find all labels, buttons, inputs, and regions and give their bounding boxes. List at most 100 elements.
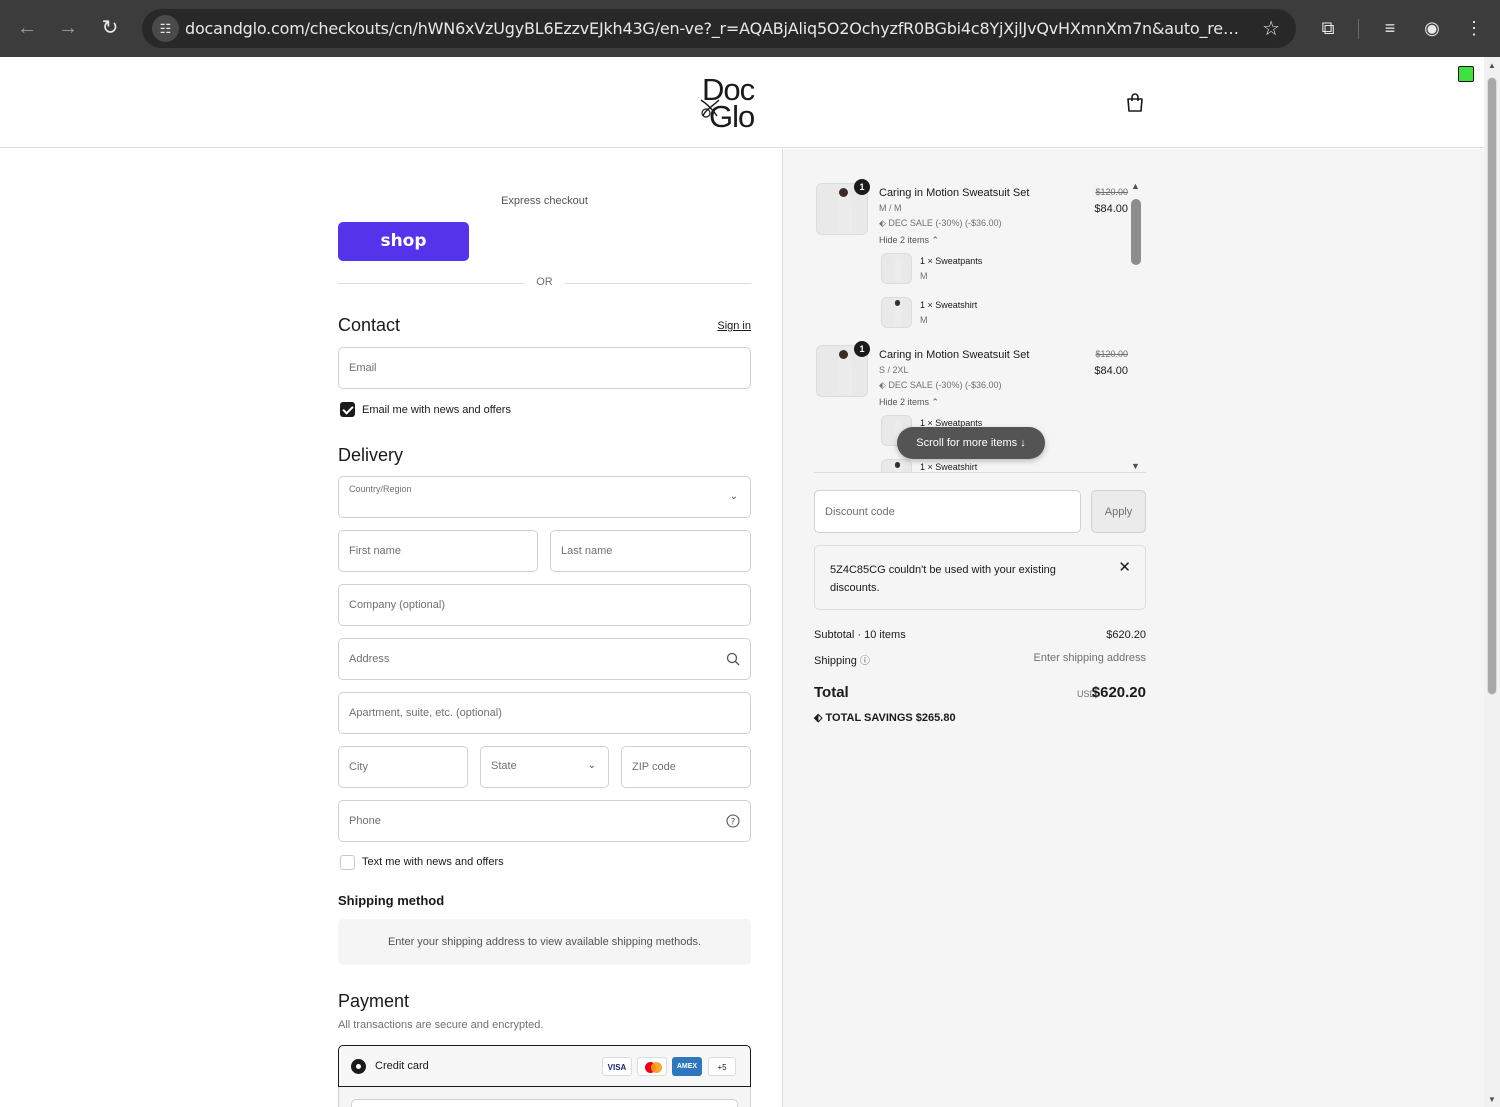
- toolbar-divider: [1358, 19, 1359, 39]
- text-opt-in-label: Text me with news and offers: [362, 856, 504, 868]
- savings-label: TOTAL SAVINGS: [825, 712, 913, 724]
- discount-text: DEC SALE (-30%) (-$36.00): [888, 218, 1002, 228]
- component-name: 1 × Sweatshirt: [920, 300, 978, 310]
- back-icon[interactable]: ←: [13, 14, 41, 42]
- page-scrollbar-thumb[interactable]: [1487, 77, 1497, 695]
- shipping-method-message: Enter your shipping address to view avai…: [338, 919, 751, 965]
- payment-subtitle: All transactions are secure and encrypte…: [338, 1019, 544, 1031]
- checkout-page: Doc Glo Express checkout shop OR Contact…: [0, 57, 1484, 1107]
- subtotal-label: Subtotal · 10 items: [814, 629, 906, 641]
- scroll-down-arrow-icon[interactable]: ▼: [1131, 461, 1140, 471]
- country-select[interactable]: Country/Region ⌄: [338, 476, 751, 518]
- scroll-up-icon[interactable]: ▲: [1488, 61, 1496, 70]
- site-info-icon[interactable]: ☷: [152, 15, 179, 42]
- site-header: Doc Glo: [0, 57, 1484, 148]
- savings-value: $265.80: [915, 712, 956, 724]
- email-opt-in-label: Email me with news and offers: [362, 404, 511, 416]
- credit-card-radio[interactable]: [351, 1059, 366, 1074]
- city-placeholder: City: [349, 761, 368, 773]
- shop-pay-button[interactable]: shop: [338, 222, 469, 261]
- media-control-icon[interactable]: ≡: [1376, 14, 1404, 42]
- page-scrollbar[interactable]: ▲ ▼: [1484, 57, 1500, 1107]
- scroll-down-icon[interactable]: ▼: [1488, 1095, 1496, 1104]
- address-field[interactable]: Address: [338, 638, 751, 680]
- mastercard-icon: [637, 1057, 667, 1076]
- shipping-value: Enter shipping address: [1033, 652, 1146, 664]
- tag-icon: ⬖: [879, 380, 889, 390]
- svg-text:?: ?: [731, 818, 736, 828]
- reload-icon[interactable]: ↻: [96, 14, 124, 42]
- phone-placeholder: Phone: [349, 815, 381, 827]
- scroll-more-button[interactable]: Scroll for more items ↓: [897, 427, 1045, 459]
- forward-icon[interactable]: →: [54, 14, 82, 42]
- menu-icon[interactable]: ⋮: [1460, 14, 1488, 42]
- discount-text: DEC SALE (-30%) (-$36.00): [888, 380, 1002, 390]
- product-title: Caring in Motion Sweatsuit Set: [879, 349, 1030, 361]
- profile-icon[interactable]: ◉: [1418, 14, 1446, 42]
- bookmark-star-icon[interactable]: ☆: [1262, 16, 1280, 41]
- express-checkout-label: Express checkout: [501, 195, 588, 207]
- scrollbar-thumb[interactable]: [1131, 199, 1141, 265]
- shipping-row: Shipping ⓘ Enter shipping address: [814, 652, 1146, 667]
- original-price: $120.00: [1095, 349, 1128, 359]
- city-field[interactable]: City: [338, 746, 468, 788]
- product-variant: S / 2XL: [879, 365, 909, 375]
- extensions-icon[interactable]: ⧉: [1314, 14, 1342, 42]
- card-number-field[interactable]: [351, 1099, 738, 1107]
- or-divider: OR: [338, 276, 751, 290]
- address-placeholder: Address: [349, 653, 390, 665]
- state-select[interactable]: State ⌄: [480, 746, 609, 788]
- apartment-placeholder: Apartment, suite, etc. (optional): [349, 707, 502, 719]
- chevron-up-icon: ⌃: [931, 397, 940, 407]
- quantity-badge: 1: [854, 341, 870, 357]
- first-name-field[interactable]: First name: [338, 530, 538, 572]
- last-name-field[interactable]: Last name: [550, 530, 751, 572]
- shipping-label: Shipping: [814, 655, 857, 667]
- brand-logo[interactable]: Doc Glo: [699, 72, 791, 134]
- company-placeholder: Company (optional): [349, 599, 445, 611]
- text-opt-in-checkbox[interactable]: [340, 855, 355, 870]
- state-placeholder: State: [491, 760, 517, 772]
- company-field[interactable]: Company (optional): [338, 584, 751, 626]
- url-text[interactable]: docandglo.com/checkouts/cn/hWN6xVzUgyBL6…: [185, 19, 1245, 38]
- help-icon[interactable]: ?: [726, 814, 740, 828]
- component-thumbnail: [881, 459, 912, 472]
- sign-in-link[interactable]: Sign in: [717, 320, 751, 332]
- line-items-scrollbar[interactable]: ▲ ▼: [1129, 179, 1144, 473]
- scroll-up-arrow-icon[interactable]: ▲: [1131, 181, 1140, 191]
- phone-field[interactable]: Phone ?: [338, 800, 751, 842]
- visa-icon: VISA: [602, 1057, 632, 1076]
- discount-error-notice: 5Z4C85CG couldn't be used with your exis…: [814, 545, 1146, 610]
- email-field[interactable]: Email: [338, 347, 751, 389]
- total-value: $620.20: [1091, 684, 1146, 701]
- component-thumbnail: [881, 253, 912, 284]
- tag-icon: ⬖: [879, 218, 889, 228]
- browser-toolbar: ← → ↻ ☷ docandglo.com/checkouts/cn/hWN6x…: [0, 0, 1500, 57]
- zip-field[interactable]: ZIP code: [621, 746, 751, 788]
- info-icon[interactable]: ⓘ: [860, 656, 870, 667]
- status-indicator: [1458, 66, 1474, 82]
- payment-heading: Payment: [338, 991, 410, 1011]
- credit-card-option[interactable]: Credit card VISA AMEX +5: [338, 1045, 751, 1087]
- component-thumbnail: [881, 297, 912, 328]
- total-savings: ⬖ TOTAL SAVINGS $265.80: [814, 711, 956, 724]
- sale-price: $84.00: [1094, 203, 1128, 215]
- contact-heading: Contact: [338, 315, 401, 335]
- address-bar[interactable]: ☷ docandglo.com/checkouts/cn/hWN6xVzUgyB…: [142, 9, 1296, 48]
- or-label: OR: [536, 276, 553, 288]
- email-opt-in-checkbox[interactable]: [340, 402, 355, 417]
- hide-items-label: Hide 2 items: [879, 397, 930, 407]
- amex-icon: AMEX: [672, 1057, 702, 1076]
- notice-text: 5Z4C85CG couldn't be used with your exis…: [830, 564, 1056, 594]
- cart-icon[interactable]: [1126, 93, 1144, 113]
- close-icon[interactable]: ✕: [1118, 558, 1131, 576]
- discount-tag: ⬖ DEC SALE (-30%) (-$36.00): [879, 380, 1001, 391]
- hide-items-toggle[interactable]: Hide 2 items ⌃: [879, 397, 939, 408]
- scroll-more-label: Scroll for more items: [916, 437, 1018, 449]
- component-name: 1 × Sweatshirt: [920, 462, 978, 472]
- hide-items-toggle[interactable]: Hide 2 items ⌃: [879, 235, 939, 246]
- apply-button[interactable]: Apply: [1091, 490, 1146, 533]
- discount-code-field[interactable]: Discount code: [814, 490, 1081, 533]
- apartment-field[interactable]: Apartment, suite, etc. (optional): [338, 692, 751, 734]
- discount-tag: ⬖ DEC SALE (-30%) (-$36.00): [879, 218, 1001, 229]
